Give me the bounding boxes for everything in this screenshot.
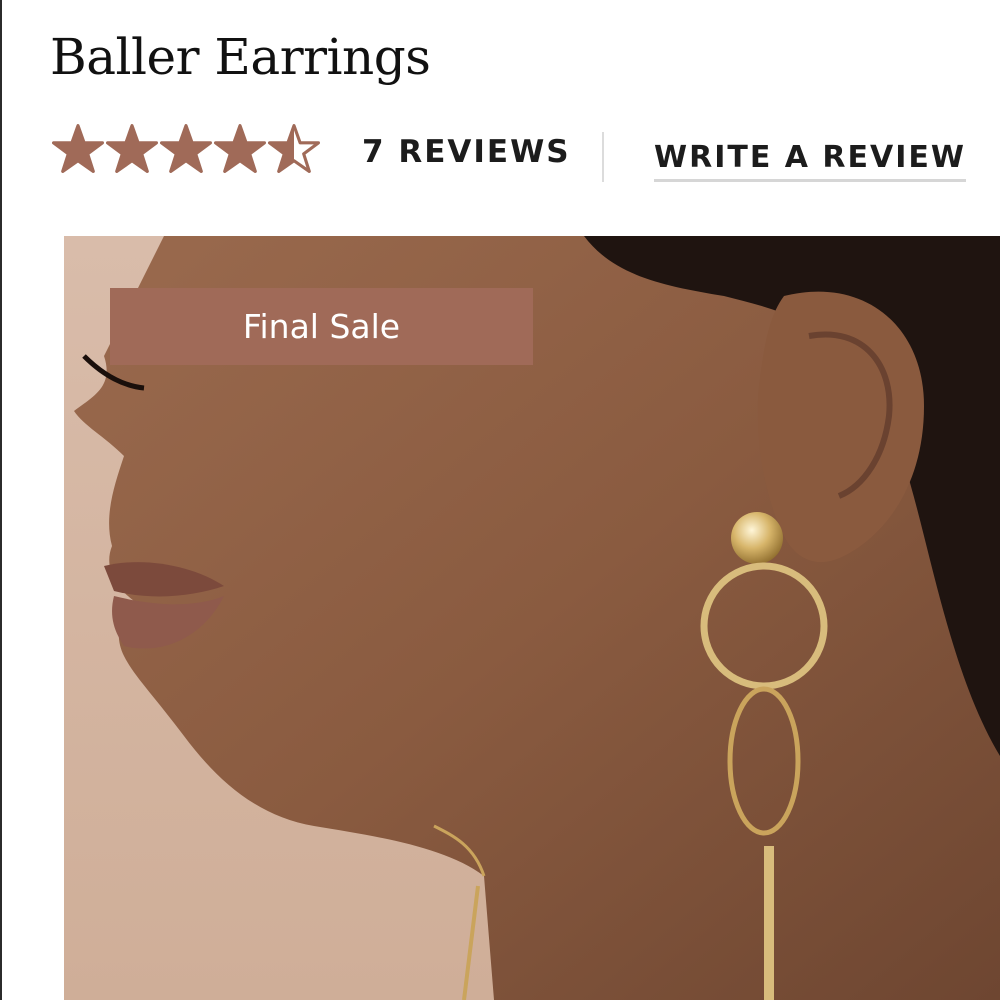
star-full-icon xyxy=(214,124,266,173)
final-sale-label: Final Sale xyxy=(242,307,401,346)
star-full-icon xyxy=(52,124,104,173)
star-half-icon xyxy=(268,124,320,173)
left-edge-border xyxy=(0,0,2,1000)
product-page: Baller Earrings 7 REVIEWS WRITE A REVIEW xyxy=(0,0,1000,1000)
star-full-icon xyxy=(106,124,158,173)
write-review-link[interactable]: WRITE A REVIEW xyxy=(654,140,966,182)
star-rating[interactable] xyxy=(52,123,320,175)
rating-row: 7 REVIEWS WRITE A REVIEW xyxy=(52,120,982,182)
final-sale-badge: Final Sale xyxy=(110,288,533,365)
rating-divider xyxy=(602,132,604,182)
star-full-icon xyxy=(160,124,212,173)
product-title: Baller Earrings xyxy=(50,28,431,86)
reviews-count-link[interactable]: 7 REVIEWS xyxy=(362,134,571,170)
